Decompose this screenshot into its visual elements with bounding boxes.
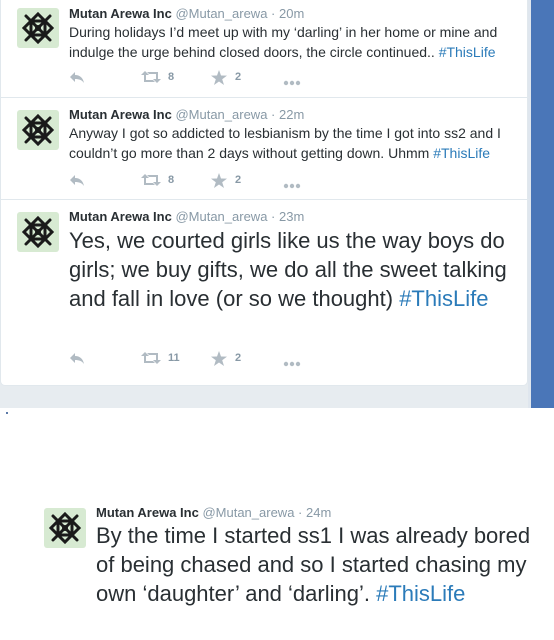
- stray-pixel: [6, 412, 8, 414]
- avatar[interactable]: [44, 508, 86, 548]
- tweet-timestamp[interactable]: 22m: [279, 107, 304, 122]
- author-handle[interactable]: @Mutan_arewa: [202, 505, 294, 520]
- avatar[interactable]: [17, 8, 59, 48]
- author-handle[interactable]: @Mutan_arewa: [175, 107, 267, 122]
- author-name[interactable]: Mutan Arewa Inc: [96, 505, 199, 520]
- hashtag-link[interactable]: #ThisLife: [376, 581, 465, 606]
- knot-logo-icon: [22, 216, 54, 248]
- retweet-count: 8: [168, 71, 175, 83]
- more-icon[interactable]: [283, 355, 301, 370]
- tweet[interactable]: Mutan Arewa Inc @Mutan_arewa · 20m Durin…: [1, 0, 529, 98]
- retweet-icon[interactable]: [141, 173, 161, 190]
- tweet-text: By the time I started ss1 I was already …: [96, 521, 536, 608]
- author-name[interactable]: Mutan Arewa Inc: [69, 107, 172, 122]
- star-icon[interactable]: [211, 351, 227, 369]
- page-edge-strip: [531, 0, 554, 408]
- tweet-header: Mutan Arewa Inc @Mutan_arewa · 23m: [69, 209, 305, 224]
- knot-logo-icon: [22, 12, 54, 44]
- tweet-header: Mutan Arewa Inc @Mutan_arewa · 24m: [96, 505, 332, 520]
- tweet-header: Mutan Arewa Inc @Mutan_arewa · 20m: [69, 6, 305, 21]
- more-icon[interactable]: [283, 177, 301, 192]
- timeline-card: Mutan Arewa Inc @Mutan_arewa · 20m Durin…: [0, 0, 529, 386]
- tweet-body: During holidays I’d meet up with my ‘dar…: [69, 24, 498, 60]
- favorite-count: 2: [235, 174, 242, 186]
- favorite-count: 2: [235, 352, 242, 364]
- hashtag-link[interactable]: #ThisLife: [439, 44, 496, 60]
- author-name[interactable]: Mutan Arewa Inc: [69, 209, 172, 224]
- star-icon[interactable]: [211, 173, 227, 191]
- tweet-actions: 8 2: [69, 173, 309, 190]
- tweet[interactable]: Mutan Arewa Inc @Mutan_arewa · 23m Yes, …: [1, 200, 529, 386]
- favorite-count: 2: [235, 71, 242, 83]
- tweet[interactable]: Mutan Arewa Inc @Mutan_arewa · 24m By th…: [44, 500, 544, 640]
- tweet[interactable]: Mutan Arewa Inc @Mutan_arewa · 22m Anywa…: [1, 98, 529, 200]
- reply-icon[interactable]: [69, 351, 85, 368]
- tweet-timestamp[interactable]: 20m: [279, 6, 304, 21]
- star-icon[interactable]: [211, 70, 227, 88]
- knot-logo-icon: [49, 512, 81, 544]
- retweet-icon[interactable]: [141, 70, 161, 87]
- tweet-timestamp[interactable]: 23m: [279, 209, 304, 224]
- author-handle[interactable]: @Mutan_arewa: [175, 6, 267, 21]
- avatar[interactable]: [17, 110, 59, 150]
- tweet-text: Anyway I got so addicted to lesbianism b…: [69, 123, 519, 163]
- tweet-text: During holidays I’d meet up with my ‘dar…: [69, 22, 519, 62]
- hashtag-link[interactable]: #ThisLife: [399, 286, 488, 311]
- reply-icon[interactable]: [69, 173, 85, 190]
- author-handle[interactable]: @Mutan_arewa: [175, 209, 267, 224]
- tweet-header: Mutan Arewa Inc @Mutan_arewa · 22m: [69, 107, 305, 122]
- retweet-count: 8: [168, 174, 175, 186]
- tweet-actions: 11 2: [69, 351, 309, 368]
- knot-logo-icon: [22, 114, 54, 146]
- author-name[interactable]: Mutan Arewa Inc: [69, 6, 172, 21]
- retweet-icon[interactable]: [141, 351, 161, 368]
- hashtag-link[interactable]: #ThisLife: [433, 145, 490, 161]
- tweet-actions: 8 2: [69, 70, 309, 87]
- reply-icon[interactable]: [69, 70, 85, 87]
- tweet-text: Yes, we courted girls like us the way bo…: [69, 226, 521, 313]
- more-icon[interactable]: [283, 74, 301, 89]
- retweet-count: 11: [168, 352, 180, 364]
- avatar[interactable]: [17, 212, 59, 252]
- tweet-timestamp[interactable]: 24m: [306, 505, 331, 520]
